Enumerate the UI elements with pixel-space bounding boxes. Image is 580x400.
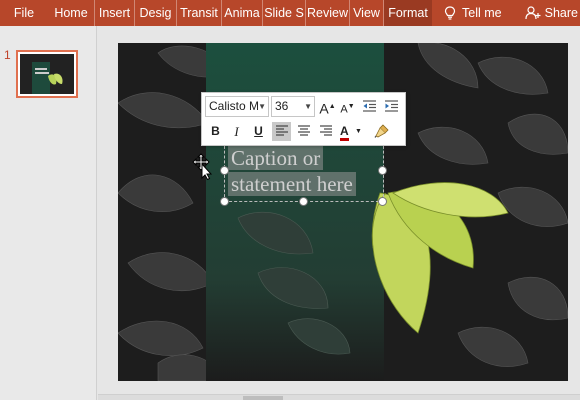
decrease-font-size-button[interactable]: A▼ bbox=[338, 97, 357, 116]
person-add-icon bbox=[525, 6, 541, 20]
move-cursor-icon bbox=[192, 153, 213, 180]
tab-insert[interactable]: Insert bbox=[95, 0, 135, 26]
tell-me-search[interactable]: Tell me bbox=[444, 0, 502, 26]
slide-thumbnail-image bbox=[20, 54, 74, 94]
align-right-icon bbox=[319, 125, 332, 136]
font-name-value: Calisto M bbox=[209, 99, 260, 113]
increase-indent-button[interactable] bbox=[382, 97, 401, 116]
font-size-dropdown[interactable]: 36 ▼ bbox=[271, 96, 315, 117]
chevron-down-icon: ▼ bbox=[355, 128, 362, 136]
mini-formatting-toolbar: Calisto M ▼ 36 ▼ A▲ A▼ B I U A ▼ bbox=[201, 92, 406, 146]
resize-handle-bottom-left[interactable] bbox=[220, 197, 229, 206]
font-size-value: 36 bbox=[275, 99, 289, 113]
tab-home[interactable]: Home bbox=[48, 0, 95, 26]
chevron-down-icon: ▼ bbox=[304, 102, 312, 111]
underline-button[interactable]: U bbox=[249, 122, 268, 141]
tab-design[interactable]: Desig bbox=[135, 0, 177, 26]
caption-line-1[interactable]: Caption or bbox=[228, 146, 324, 170]
resize-handle-right[interactable] bbox=[378, 166, 387, 175]
tab-animations[interactable]: Anima bbox=[222, 0, 263, 26]
font-color-icon: A bbox=[340, 125, 349, 141]
ribbon-tab-bar: File Home Insert Desig Transit Anima Sli… bbox=[0, 0, 580, 26]
slide-thumbnail[interactable] bbox=[16, 50, 78, 98]
decrease-indent-button[interactable] bbox=[360, 97, 379, 116]
share-label: Share bbox=[544, 6, 578, 20]
lightbulb-icon bbox=[444, 6, 456, 20]
resize-handle-left[interactable] bbox=[220, 166, 229, 175]
format-painter-icon bbox=[374, 124, 389, 138]
align-left-button[interactable] bbox=[272, 122, 291, 141]
horizontal-scrollbar[interactable] bbox=[98, 394, 580, 400]
caption-line-2[interactable]: statement here bbox=[228, 172, 356, 196]
align-center-icon bbox=[297, 125, 310, 136]
tab-file[interactable]: File bbox=[0, 0, 48, 26]
align-left-icon bbox=[275, 125, 288, 136]
slide-number: 1 bbox=[4, 48, 11, 62]
italic-button[interactable]: I bbox=[227, 122, 246, 141]
chevron-down-icon: ▼ bbox=[258, 102, 266, 111]
font-name-dropdown[interactable]: Calisto M ▼ bbox=[205, 96, 269, 117]
bold-button[interactable]: B bbox=[206, 122, 225, 141]
align-center-button[interactable] bbox=[294, 122, 313, 141]
format-painter-button[interactable] bbox=[372, 122, 391, 141]
increase-indent-icon bbox=[385, 100, 398, 112]
tab-slide-show[interactable]: Slide S bbox=[263, 0, 306, 26]
share-button[interactable]: Share bbox=[525, 0, 580, 26]
increase-font-size-button[interactable]: A▲ bbox=[318, 97, 337, 117]
increase-font-size-icon: A bbox=[319, 100, 329, 117]
tell-me-label: Tell me bbox=[462, 6, 502, 20]
tab-view[interactable]: View bbox=[350, 0, 384, 26]
font-color-button[interactable]: A ▼ bbox=[338, 122, 366, 141]
tab-review[interactable]: Review bbox=[306, 0, 350, 26]
resize-handle-bottom[interactable] bbox=[299, 197, 308, 206]
slide-thumbnail-pane: 1 bbox=[0, 26, 97, 400]
align-right-button[interactable] bbox=[316, 122, 335, 141]
tab-format[interactable]: Format bbox=[384, 0, 432, 26]
decrease-indent-icon bbox=[363, 100, 376, 112]
resize-handle-bottom-right[interactable] bbox=[378, 197, 387, 206]
decrease-font-size-icon: A bbox=[340, 103, 348, 116]
tab-transitions[interactable]: Transit bbox=[177, 0, 222, 26]
scrollbar-thumb[interactable] bbox=[243, 396, 283, 400]
